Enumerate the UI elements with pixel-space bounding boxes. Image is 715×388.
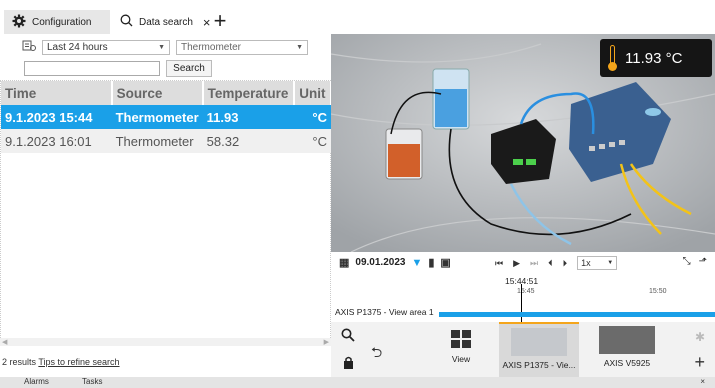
thermometer-icon (608, 45, 617, 71)
filter-icon[interactable]: ▼ (411, 257, 422, 269)
tab-alarms[interactable]: Alarms (24, 377, 49, 386)
cell-source: Thermometer (111, 129, 203, 153)
tab-configuration-label: Configuration (32, 16, 92, 28)
skip-end-icon[interactable]: ⏭ (530, 258, 538, 269)
scroll-left-icon[interactable]: ◀ (2, 338, 7, 346)
add-tab-button[interactable]: + (208, 10, 232, 34)
view-tile[interactable]: View (441, 328, 481, 372)
export-icon[interactable]: ⬏ (699, 256, 707, 267)
bookmark-icon[interactable]: ▮ (428, 256, 434, 269)
cell-time: 9.1.2023 16:01 (1, 129, 112, 153)
back-icon[interactable]: ⮌ (371, 342, 382, 366)
source-select[interactable]: Thermometer ▼ (176, 40, 308, 55)
tick-label: 15:50 (649, 288, 667, 295)
recording-track[interactable] (439, 312, 715, 317)
data-search-panel: Last 24 hours ▼ Thermometer ▼ Search Tim… (0, 34, 332, 377)
camera-tile[interactable]: AXIS V5925 (587, 322, 667, 377)
minimize-icon[interactable]: ⤡ (683, 256, 691, 267)
results-footer: 2 results Tips to refine search (2, 357, 120, 367)
results-table: Time Source Temperature Unit 9.1.2023 15… (0, 80, 332, 340)
table-header-row: Time Source Temperature Unit (1, 81, 332, 105)
temperature-overlay: 11.93 °C (600, 39, 712, 77)
step-back-icon[interactable]: ⏴ (548, 258, 553, 269)
scroll-right-icon[interactable]: ▶ (324, 338, 329, 346)
column-header-temperature[interactable]: Temperature (202, 81, 296, 105)
filter-row: Last 24 hours ▼ Thermometer ▼ (22, 40, 308, 55)
bottom-tabs: Alarms Tasks × (0, 377, 715, 388)
view-icons: ⤡ ⬏ (683, 256, 707, 267)
cell-temperature: 11.93 (202, 105, 295, 129)
add-icon[interactable]: + (694, 352, 705, 373)
chevron-down-icon: ▼ (607, 260, 614, 266)
results-count: 2 results (2, 357, 37, 367)
column-header-unit[interactable]: Unit (294, 81, 332, 105)
speed-value: 1x (581, 258, 591, 268)
lock-icon[interactable] (343, 356, 354, 372)
filter-settings-icon[interactable] (22, 40, 36, 55)
source-value: Thermometer (181, 42, 242, 53)
view-bar: ⮌ View AXIS P1375 - Vie... AXIS V5925 ✱ … (331, 322, 715, 377)
search-icon[interactable] (341, 328, 355, 345)
cell-temperature: 58.32 (202, 129, 295, 153)
temperature-overlay-value: 11.93 °C (625, 49, 683, 67)
playback-controls: ⏮ ▶ ⏭ ⏴ ⏵ 1x ▼ (495, 256, 618, 270)
calendar-icon[interactable]: ▦ (339, 256, 349, 269)
camera-label: AXIS V5925 (603, 358, 651, 368)
close-icon[interactable]: × (700, 377, 705, 386)
cell-time: 9.1.2023 15:44 (1, 105, 112, 129)
tab-tasks[interactable]: Tasks (82, 377, 102, 386)
cell-unit: °C (294, 105, 331, 129)
time-range-select[interactable]: Last 24 hours ▼ (42, 40, 170, 55)
tab-data-search-label: Data search (139, 16, 193, 28)
cell-source: Thermometer (111, 105, 203, 129)
time-range-value: Last 24 hours (47, 42, 108, 53)
table-row[interactable]: 9.1.2023 15:44 Thermometer 11.93 °C (1, 105, 331, 129)
video-view[interactable]: 11.93 °C (331, 34, 715, 252)
step-forward-icon[interactable]: ⏵ (563, 258, 568, 269)
grid-icon (451, 330, 471, 348)
column-header-time[interactable]: Time (1, 81, 113, 105)
add-bookmark-icon[interactable]: ▣ (440, 256, 450, 269)
view-label: View (451, 354, 471, 364)
play-icon[interactable]: ▶ (513, 258, 520, 269)
date-group: ▦ 09.01.2023 ▼ ▮ ▣ (339, 256, 451, 270)
tab-bar: Configuration Data search × + (0, 0, 715, 34)
camera-thumbnail (599, 326, 655, 354)
camera-thumbnail (511, 328, 567, 356)
cell-unit: °C (294, 129, 331, 153)
chevron-down-icon: ▼ (296, 44, 303, 51)
camera-tile-active[interactable]: AXIS P1375 - Vie... (499, 322, 579, 377)
settings-icon[interactable]: ✱ (695, 330, 705, 344)
track-label: AXIS P1375 - View area 1 (335, 307, 434, 317)
search-icon (120, 14, 133, 30)
speed-select[interactable]: 1x ▼ (577, 256, 618, 270)
search-input[interactable] (24, 61, 160, 76)
chevron-down-icon: ▼ (158, 44, 165, 51)
timeline-date: 09.01.2023 (355, 257, 406, 268)
camera-label: AXIS P1375 - Vie... (502, 360, 576, 370)
search-button[interactable]: Search (166, 60, 212, 77)
skip-start-icon[interactable]: ⏮ (495, 258, 503, 269)
horizontal-scrollbar[interactable]: ◀ ▶ (0, 338, 331, 346)
tab-configuration[interactable]: Configuration (4, 10, 110, 34)
tick-label: 15:45 (517, 288, 535, 295)
column-header-source[interactable]: Source (111, 81, 204, 105)
table-row[interactable]: 9.1.2023 16:01 Thermometer 58.32 °C (1, 129, 331, 153)
gear-icon (12, 14, 26, 31)
timeline-panel: ▦ 09.01.2023 ▼ ▮ ▣ ⏮ ▶ ⏭ ⏴ ⏵ 1x ▼ ⤡ ⬏ 15… (331, 252, 715, 322)
tips-link[interactable]: Tips to refine search (38, 357, 119, 367)
